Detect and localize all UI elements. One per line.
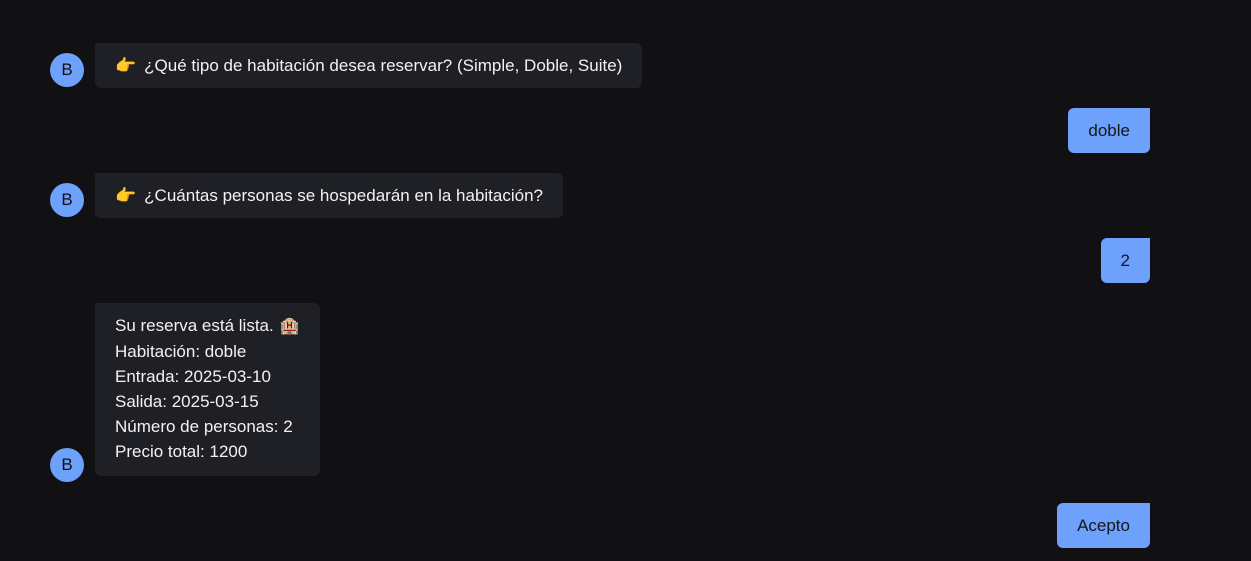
pointing-hand-icon: 👉	[115, 56, 137, 75]
user-message: doble	[1068, 108, 1150, 153]
hotel-icon: 🏨	[279, 318, 300, 335]
total-price-line: Precio total: 1200	[115, 442, 248, 461]
chat-container: B 👉 ¿Qué tipo de habitación desea reserv…	[0, 0, 1251, 561]
reservation-summary-message: Su reserva está lista. 🏨 Habitación: dobl…	[95, 303, 320, 476]
pointing-hand-icon: 👉	[115, 186, 137, 205]
bot-avatar: B	[50, 448, 84, 482]
guests-line: Número de personas: 2	[115, 417, 293, 436]
user-message-text: Acepto	[1077, 515, 1130, 535]
user-message: 2	[1100, 238, 1150, 283]
bot-avatar: B	[50, 53, 84, 87]
bot-message: 👉 ¿Qué tipo de habitación desea reservar…	[95, 43, 643, 88]
bot-message-text: ¿Qué tipo de habitación desea reservar? …	[144, 56, 623, 75]
user-message: Acepto	[1057, 503, 1150, 548]
user-message-text: doble	[1088, 120, 1130, 140]
user-message-text: 2	[1120, 250, 1130, 270]
reservation-status-line: Su reserva está lista. 🏨	[115, 313, 300, 339]
bot-message-text: ¿Cuántas personas se hospedarán en la ha…	[144, 186, 543, 205]
check-out-line: Salida: 2025-03-15	[115, 392, 259, 411]
bot-message: 👉 ¿Cuántas personas se hospedarán en la …	[95, 173, 563, 218]
room-type-line: Habitación: doble	[115, 342, 247, 361]
bot-avatar: B	[50, 183, 84, 217]
check-in-line: Entrada: 2025-03-10	[115, 367, 271, 386]
